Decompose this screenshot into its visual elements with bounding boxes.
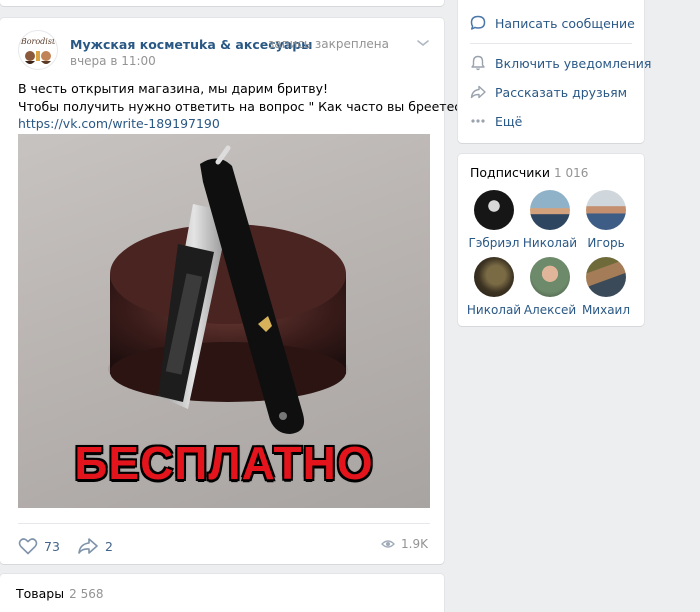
logo-text: Borodist <box>20 37 56 46</box>
heart-icon <box>18 538 38 555</box>
goods-count: 2 568 <box>69 587 104 601</box>
subscriber-avatar <box>530 190 570 230</box>
tell-friends-label: Рассказать друзьям <box>495 84 628 100</box>
enable-notifications-button[interactable]: Включить уведомления <box>470 55 651 71</box>
message-bubble-icon <box>470 15 486 30</box>
subscriber-item[interactable]: Николай <box>466 257 522 317</box>
like-button[interactable]: 73 <box>18 537 60 555</box>
subscriber-avatar <box>474 190 514 230</box>
community-avatar[interactable]: Borodist <box>18 30 58 70</box>
post-image[interactable]: БЕСПЛАТНО <box>18 134 430 508</box>
post-text-line-1: В честь открытия магазина, мы дарим брит… <box>18 81 329 96</box>
post-divider <box>18 523 430 524</box>
subscriber-avatar <box>474 257 514 297</box>
subscribers-count: 1 016 <box>554 166 589 180</box>
post-link[interactable]: https://vk.com/write-189197190 <box>18 116 220 131</box>
views-counter: 1.9K <box>381 537 428 551</box>
share-arrow-icon <box>78 538 98 554</box>
subscriber-avatar <box>586 190 626 230</box>
more-button[interactable]: Ещё <box>470 113 522 129</box>
chevron-down-icon[interactable] <box>416 38 430 48</box>
subscriber-name: Алексей <box>523 303 577 317</box>
goods-title: Товары <box>16 586 65 601</box>
share-count: 2 <box>105 538 113 554</box>
subscriber-item[interactable]: Михаил <box>578 257 634 317</box>
community-actions-card: Написать сообщение Включить уведомления … <box>458 0 651 143</box>
subscriber-avatar <box>586 257 626 297</box>
menu-separator <box>470 43 632 44</box>
subscribers-header[interactable]: Подписчики 1 016 <box>470 165 588 180</box>
more-label: Ещё <box>495 113 523 129</box>
subscriber-name: Игорь <box>587 236 625 250</box>
bell-icon <box>471 55 485 71</box>
write-message-button[interactable]: Написать сообщение <box>470 15 635 31</box>
promo-caption: БЕСПЛАТНО <box>74 437 374 489</box>
like-count: 73 <box>44 538 60 554</box>
subscriber-name: Николай <box>522 236 578 250</box>
post-timestamp[interactable]: вчера в 11:00 <box>70 54 156 68</box>
share-button[interactable]: 2 <box>77 537 113 555</box>
more-dots-icon <box>471 119 485 123</box>
subscriber-name: Михаил <box>581 303 631 317</box>
post-text: В честь открытия магазина, мы дарим брит… <box>18 80 523 133</box>
post-text-line-2: Чтобы получить нужно ответить на вопрос … <box>18 98 523 114</box>
subscriber-name: Николай <box>466 303 522 317</box>
subscriber-item[interactable]: Гэбриэл <box>466 190 522 250</box>
enable-notifications-label: Включить уведомления <box>495 55 652 71</box>
subscribers-card: Подписчики 1 016 Гэбриэл Николай Игорь Ни… <box>458 154 644 326</box>
eye-icon <box>381 540 395 548</box>
share-arrow-icon <box>470 85 486 99</box>
goods-header[interactable]: Товары 2 568 <box>16 586 103 601</box>
borodist-logo-icon: Borodist <box>20 37 56 64</box>
write-message-label: Написать сообщение <box>495 15 635 31</box>
subscriber-item[interactable]: Николай <box>522 190 578 250</box>
previous-post-card-stub <box>0 0 444 6</box>
tell-friends-button[interactable]: Рассказать друзьям <box>470 84 627 100</box>
views-count: 1.9K <box>401 537 428 551</box>
pinned-post-card: Borodist Мужская косметuka & аксесуары з… <box>0 18 523 564</box>
subscribers-title: Подписчики <box>470 165 551 180</box>
subscriber-item[interactable]: Алексей <box>522 257 578 317</box>
pinned-label: запись закреплена <box>268 37 389 51</box>
subscriber-name: Гэбриэл <box>468 236 520 250</box>
subscriber-avatar <box>530 257 570 297</box>
goods-card[interactable]: Товары 2 568 <box>0 574 444 612</box>
subscriber-item[interactable]: Игорь <box>578 190 634 250</box>
